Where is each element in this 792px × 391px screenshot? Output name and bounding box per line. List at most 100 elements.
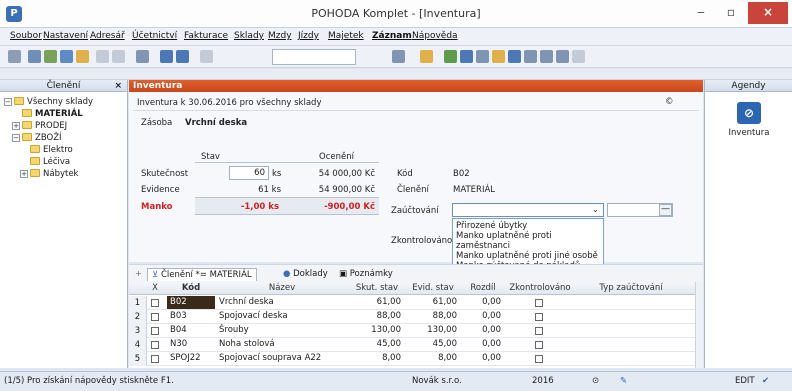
row-select-checkbox[interactable] [151,313,159,321]
close-icon[interactable]: × [748,2,788,24]
tab-poznamky[interactable]: ▣ Poznámky [335,268,397,281]
col-header-evid[interactable]: Evid. stav [405,282,461,295]
cell-rozdil: 0,00 [482,325,501,335]
col-header-rozdil[interactable]: Rozdíl [461,282,505,295]
agenda-header: Agendy [705,80,792,92]
cell-evid-stav: 61,00 [432,297,457,307]
tree-item[interactable]: + Nábytek [20,168,78,180]
agenda-panel: Agendy ⊘ Inventura [704,80,792,368]
tab-cleneni[interactable]: ⊻ Členění *= MATERIÁL [147,268,257,281]
check-icon[interactable] [112,50,125,63]
zkontrolovano-checkbox[interactable] [535,313,543,321]
zkontrolovano-checkbox[interactable] [535,341,543,349]
col-header-nazev[interactable]: Název [215,282,349,295]
tree-item[interactable]: − Všechny sklady [4,96,93,108]
open-icon[interactable] [28,50,41,63]
col-header-skut[interactable]: Skut. stav [349,282,405,295]
row-select-checkbox[interactable] [151,341,159,349]
col-header-typ[interactable]: Typ zaúčtování [575,282,687,295]
calendar-icon[interactable] [508,50,521,63]
settings-icon[interactable] [556,50,569,63]
menu-ucetnictvi[interactable]: Účetnictví [132,31,177,41]
tree-item[interactable]: Elektro [30,144,73,156]
dropdown-option[interactable]: Přirozené úbytky [456,221,600,231]
save-all-icon[interactable] [176,50,189,63]
skutecnost-input[interactable]: 60 [229,166,269,180]
zauctovani-label: Zaúčtování [391,206,439,216]
menu-soubor[interactable]: Soubor [10,31,42,41]
menu-sklady[interactable]: Sklady [234,31,264,41]
chevron-down-icon[interactable]: ⌄ [592,205,599,214]
menu-adresar[interactable]: Adresář [90,31,125,41]
menu-zaznam[interactable]: Záznam [372,31,412,41]
grid-icon[interactable] [460,50,473,63]
help-icon[interactable] [8,50,21,63]
prev-icon[interactable] [136,50,149,63]
table-row[interactable]: 2 B03 Spojovací deska 88,00 88,00 0,00 [129,310,695,324]
cell-evid-stav: 130,00 [427,325,457,335]
window-title: POHODA Komplet - [Inventura] [311,7,481,20]
inventory-grid: X Kód Název Skut. stav Evid. stav Rozdíl… [129,282,703,368]
maximize-icon[interactable]: ▫ [716,2,746,24]
table-row[interactable]: 4 N30 Noha stolová 45,00 45,00 0,00 [129,338,695,352]
grid-scrollbar[interactable] [695,282,703,368]
collapse-icon[interactable]: − [4,98,12,106]
ellipsis-button[interactable]: — [659,204,672,216]
menu-fakturace[interactable]: Fakturace [184,31,228,41]
table-row[interactable]: 3 B04 Šrouby 130,00 130,00 0,00 [129,324,695,338]
table-row[interactable]: 5 SPOJ22 Spojovací souprava A22 8,00 8,00 0,0… [129,352,695,366]
tree-item[interactable]: Léčiva [30,156,70,168]
menu-mzdy[interactable]: Mzdy [268,31,292,41]
col-header-x[interactable]: X [149,282,161,295]
dropdown-option[interactable]: Manko uplatněné proti jiné osobě [456,251,600,261]
tree-item[interactable]: − ZBOŽÍ [12,132,62,144]
refresh-icon[interactable] [444,50,457,63]
report-icon[interactable] [540,50,553,63]
col-header-kod[interactable]: Kód [167,282,215,295]
tab-scroll-icon[interactable]: + [135,269,142,278]
print-icon[interactable] [44,50,57,63]
expand-icon[interactable]: + [20,170,28,178]
divider [195,162,379,163]
minimize-icon[interactable]: ‒ [686,2,716,24]
toolbar [0,46,792,68]
copy-icon[interactable] [200,50,213,63]
tab-doklady[interactable]: ● Doklady [279,268,332,281]
menu-majetek[interactable]: Majetek [328,31,364,41]
zkontrolovano-checkbox[interactable] [535,299,543,307]
more-icon[interactable] [572,50,585,63]
dropdown-option[interactable]: Manko uplatněné proti zaměstnanci [456,231,600,251]
row-select-checkbox[interactable] [151,355,159,363]
cell-rozdil: 0,00 [482,297,501,307]
tree-item[interactable]: + PRODEJ [12,120,67,132]
list-icon[interactable] [476,50,489,63]
filter-icon[interactable] [392,50,405,63]
save-icon[interactable] [160,50,173,63]
export-icon[interactable] [420,50,433,63]
expand-icon[interactable]: + [12,122,20,130]
folder-icon[interactable] [76,50,89,63]
col-header-zkontrolovano[interactable]: Zkontrolováno [505,282,575,295]
row-select-checkbox[interactable] [151,299,159,307]
row-select-checkbox[interactable] [151,327,159,335]
menu-nastaveni[interactable]: Nastavení [43,31,88,41]
table-row[interactable]: 1 B02 Vrchní deska 61,00 61,00 0,00 [129,296,695,310]
preview-icon[interactable] [60,50,73,63]
tree-item[interactable]: MATERIÁL [22,108,83,120]
zauctovani-select[interactable] [452,203,604,217]
zkontrolovano-checkbox[interactable] [535,355,543,363]
inventura-agenda-icon[interactable]: ⊘ [737,102,761,124]
skutecnost-label: Skutečnost [141,169,189,179]
menu-jizdy[interactable]: Jízdy [298,31,319,41]
agenda-item-label[interactable]: Inventura [705,128,792,138]
mail-icon[interactable] [524,50,537,63]
collapse-icon[interactable]: − [12,134,20,142]
cleneni-label: Členění [397,185,429,195]
menu-napoveda[interactable]: Nápověda [412,31,458,41]
close-icon[interactable]: × [114,80,122,92]
key-icon[interactable] [492,50,505,63]
cell-nazev: Noha stolová [219,339,275,349]
new-icon[interactable] [96,50,109,63]
zkontrolovano-checkbox[interactable] [535,327,543,335]
quick-search-input[interactable] [272,49,356,65]
